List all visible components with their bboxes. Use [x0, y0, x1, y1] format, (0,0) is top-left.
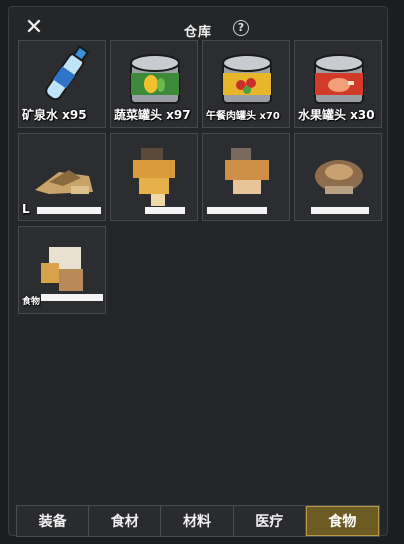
item-slot-luncheon-meat-can[interactable]: 午餐肉罐头 x70 — [202, 40, 290, 128]
category-tabs: 装备 食材 材料 医疗 食物 — [16, 505, 380, 537]
page-title: 仓库 — [183, 25, 212, 40]
vegetable-can-icon — [130, 54, 180, 104]
item-label: 蔬菜罐头 x97 — [114, 108, 191, 122]
item-slot-fruit-can[interactable]: 水果罐头 x30 — [294, 40, 382, 128]
blurred-label — [311, 207, 369, 214]
tab-medical[interactable]: 医疗 — [234, 506, 306, 536]
item-label: 水果罐头 x30 — [298, 108, 375, 122]
item-label: 矿泉水 x95 — [22, 108, 87, 122]
item-slot-water[interactable]: 矿泉水 x95 — [18, 40, 106, 128]
blurred-label — [41, 294, 103, 301]
help-icon[interactable]: ? — [233, 20, 249, 36]
water-bottle-icon — [45, 45, 90, 101]
blurred-label — [37, 207, 101, 214]
tab-materials[interactable]: 材料 — [161, 506, 234, 536]
item-slot-hidden-5[interactable]: 食物 — [18, 226, 106, 314]
tab-equipment[interactable]: 装备 — [17, 506, 90, 536]
item-slot-hidden-4[interactable] — [294, 133, 382, 221]
item-slot-hidden-1[interactable]: L — [18, 133, 106, 221]
tab-food[interactable]: 食物 — [305, 506, 380, 536]
blurred-label — [207, 207, 267, 214]
tab-ingredients[interactable]: 食材 — [89, 506, 162, 536]
fruit-can-icon — [314, 54, 364, 104]
item-slot-hidden-2[interactable] — [110, 133, 198, 221]
luncheon-meat-can-icon — [222, 54, 272, 104]
item-slot-vegetable-can[interactable]: 蔬菜罐头 x97 — [110, 40, 198, 128]
item-slot-hidden-3[interactable] — [202, 133, 290, 221]
blurred-label — [145, 207, 185, 214]
item-label: 午餐肉罐头 x70 — [206, 111, 280, 122]
